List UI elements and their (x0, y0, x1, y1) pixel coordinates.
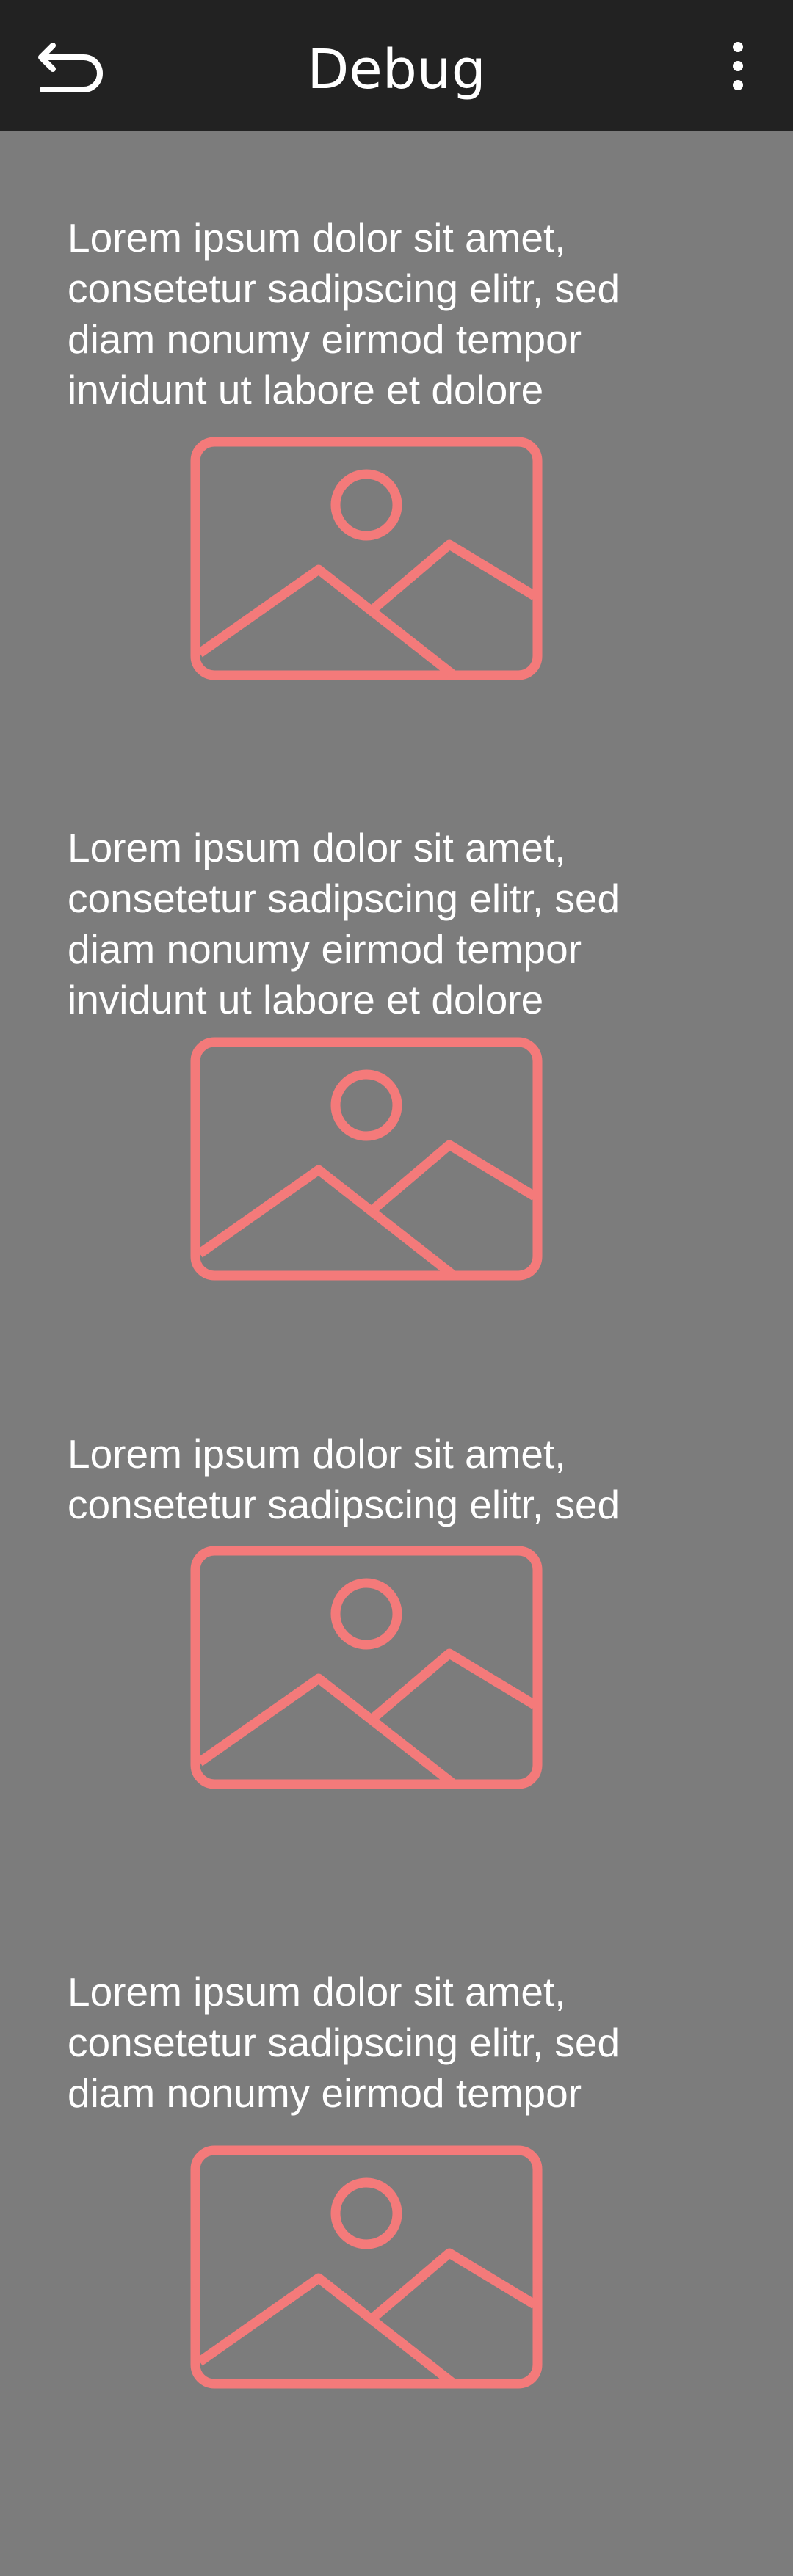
page-title: Debug (307, 38, 486, 101)
list-item-text: Lorem ipsum dolor sit amet, consetetur s… (68, 215, 620, 412)
image-placeholder-icon (190, 1546, 543, 1789)
app-bar: Debug (0, 0, 793, 131)
list-item-text: Lorem ipsum dolor sit amet, consetetur s… (68, 1969, 620, 2116)
list-item-text: Lorem ipsum dolor sit amet, consetetur s… (68, 825, 620, 1022)
list-item-text: Lorem ipsum dolor sit amet, consetetur s… (68, 1431, 620, 1527)
more-vert-icon (733, 42, 743, 90)
image-placeholder-icon (190, 437, 543, 680)
more-options-button[interactable] (716, 38, 760, 94)
image-placeholder-icon (190, 2145, 543, 2389)
image-placeholder-icon (190, 1037, 543, 1281)
